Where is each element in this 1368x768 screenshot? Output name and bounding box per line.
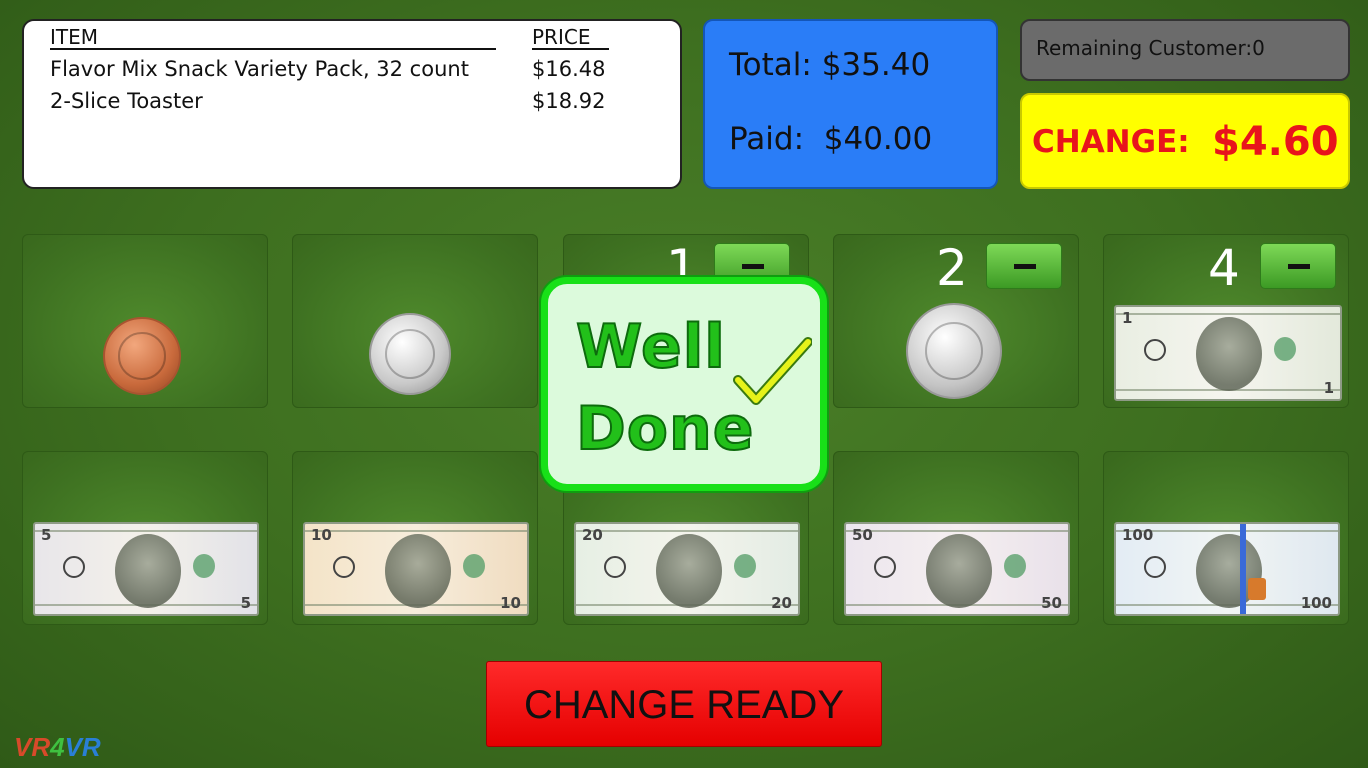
- total-line: Total: $35.40: [729, 47, 930, 83]
- checkmark-icon: [733, 337, 812, 405]
- receipt-item-price: $16.48: [532, 57, 606, 81]
- slot-fifty-dollar[interactable]: 50 50: [833, 451, 1079, 625]
- totals-panel: Total: $35.40 Paid: $40.00: [703, 19, 998, 189]
- change-ready-button[interactable]: CHANGE READY: [486, 661, 882, 747]
- receipt-panel: ITEM PRICE Flavor Mix Snack Variety Pack…: [22, 19, 682, 189]
- popup-line2: Done: [575, 393, 755, 465]
- receipt-header-price: PRICE: [532, 25, 591, 49]
- one-dollar-count: 4: [1208, 239, 1240, 297]
- popup-line1: Well: [575, 311, 726, 383]
- fifty-dollar-bill-icon: 50 50: [844, 522, 1070, 616]
- well-done-popup: Well Done: [541, 277, 827, 491]
- twenty-dollar-bill-icon: 20 20: [574, 522, 800, 616]
- nickel-coin-icon: [369, 313, 451, 395]
- total-value: $35.40: [821, 47, 931, 83]
- one-dollar-bill-icon: 1 1: [1114, 305, 1342, 401]
- paid-label: Paid:: [729, 121, 805, 157]
- receipt-item-name: Flavor Mix Snack Variety Pack, 32 count: [50, 57, 469, 81]
- slot-hundred-dollar[interactable]: 100 100: [1103, 451, 1349, 625]
- five-dollar-bill-icon: 5 5: [33, 522, 259, 616]
- total-label: Total:: [729, 47, 812, 83]
- slot-quarter[interactable]: 2: [833, 234, 1079, 408]
- change-due-panel: CHANGE: $4.60: [1020, 93, 1350, 189]
- penny-coin-icon: [103, 317, 181, 395]
- change-value: $4.60: [1212, 119, 1339, 165]
- one-dollar-minus-button[interactable]: [1260, 243, 1336, 289]
- receipt-header-item: ITEM: [50, 25, 99, 49]
- header-rule: [50, 48, 496, 50]
- ten-dollar-bill-icon: 10 10: [303, 522, 529, 616]
- quarter-coin-icon: [906, 303, 1002, 399]
- receipt-item-name: 2-Slice Toaster: [50, 89, 203, 113]
- quarter-count: 2: [936, 239, 968, 297]
- vr4vr-logo: VR4VR: [14, 732, 101, 762]
- slot-penny[interactable]: [22, 234, 268, 408]
- change-label: CHANGE:: [1032, 124, 1190, 160]
- slot-nickel[interactable]: [292, 234, 538, 408]
- slot-one-dollar[interactable]: 4 1 1: [1103, 234, 1349, 408]
- quarter-minus-button[interactable]: [986, 243, 1062, 289]
- hundred-dollar-bill-icon: 100 100: [1114, 522, 1340, 616]
- paid-value: $40.00: [823, 121, 933, 157]
- paid-line: Paid: $40.00: [729, 121, 932, 157]
- slot-ten-dollar[interactable]: 10 10: [292, 451, 538, 625]
- slot-five-dollar[interactable]: 5 5: [22, 451, 268, 625]
- receipt-item-price: $18.92: [532, 89, 606, 113]
- remaining-customer-badge: Remaining Customer:0: [1020, 19, 1350, 81]
- header-rule: [532, 48, 609, 50]
